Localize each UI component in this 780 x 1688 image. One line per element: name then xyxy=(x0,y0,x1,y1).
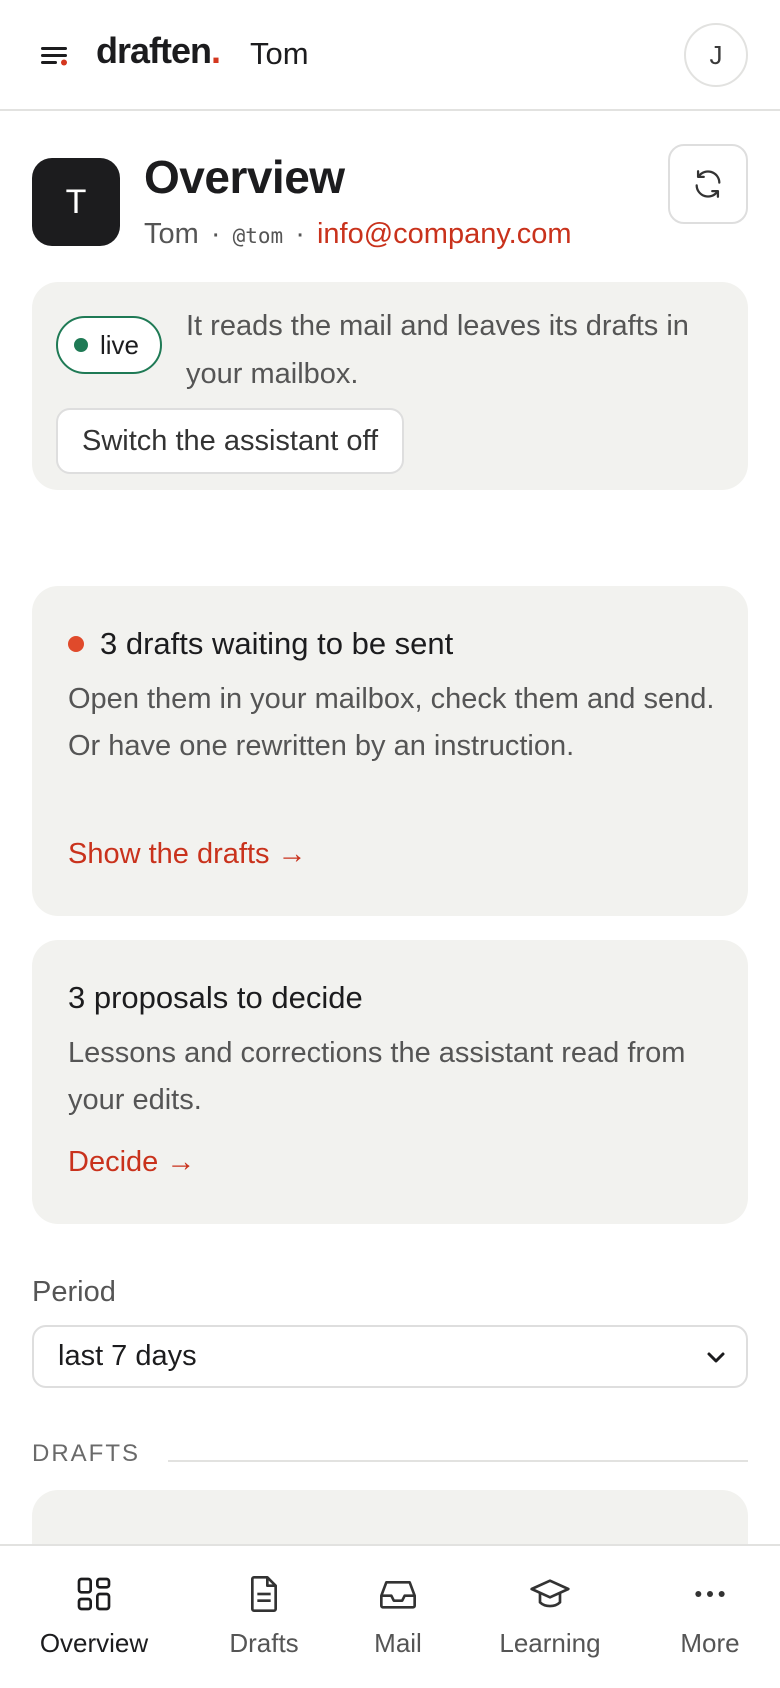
nav-drafts[interactable]: Drafts xyxy=(214,1546,314,1688)
refresh-button[interactable] xyxy=(668,144,748,224)
drafts-section-label: DRAFTS xyxy=(32,1440,140,1467)
period-label: Period xyxy=(32,1276,116,1308)
header-user-name: Tom xyxy=(250,36,309,71)
show-drafts-link[interactable]: Show the drafts → xyxy=(68,838,307,871)
period-selected-value: last 7 days xyxy=(58,1340,197,1372)
brand-logo[interactable]: draften. xyxy=(96,30,221,72)
proposals-card: 3 proposals to decide Lessons and correc… xyxy=(32,940,748,1224)
nav-drafts-label: Drafts xyxy=(229,1628,299,1658)
decide-link[interactable]: Decide → xyxy=(68,1146,195,1179)
account-avatar[interactable]: J xyxy=(684,23,748,87)
drafts-waiting-card: 3 drafts waiting to be sent Open them in… xyxy=(32,586,748,916)
chevron-down-icon xyxy=(707,1352,725,1363)
nav-learning-label: Learning xyxy=(499,1628,601,1658)
refresh-icon xyxy=(695,170,721,198)
menu-icon[interactable] xyxy=(38,43,72,69)
nav-overview-label: Overview xyxy=(39,1628,149,1658)
grid-icon xyxy=(77,1577,111,1611)
nav-more[interactable]: More xyxy=(670,1546,750,1688)
proposals-card-title: 3 proposals to decide xyxy=(68,980,363,1015)
live-indicator-icon xyxy=(74,338,88,352)
top-header: draften. Tom J xyxy=(0,0,780,111)
profile-avatar: T xyxy=(32,158,120,246)
assistant-description: It reads the mail and leaves its drafts … xyxy=(186,310,689,390)
proposals-card-body: Lessons and corrections the assistant re… xyxy=(68,1037,686,1116)
drafts-card-title: 3 drafts waiting to be sent xyxy=(100,626,454,661)
document-icon xyxy=(251,1576,277,1612)
switch-assistant-off-button[interactable]: Switch the assistant off xyxy=(56,408,405,474)
drafts-card-body: Open them in your mailbox, check them an… xyxy=(68,683,715,762)
brand-name: draften xyxy=(96,30,212,71)
more-dots-icon xyxy=(695,1591,725,1597)
profile-handle: @tom xyxy=(232,224,284,248)
drafts-card-heading: 3 drafts waiting to be sent xyxy=(68,626,453,662)
nav-mail[interactable]: Mail xyxy=(358,1546,438,1688)
live-badge: live xyxy=(56,316,162,374)
separator: · xyxy=(210,218,221,250)
section-divider xyxy=(168,1460,748,1462)
nav-learning[interactable]: Learning xyxy=(490,1546,610,1688)
profile-name: Tom xyxy=(144,218,199,250)
profile-email[interactable]: info@company.com xyxy=(317,218,572,250)
nav-overview[interactable]: Overview xyxy=(34,1546,154,1688)
nav-more-label: More xyxy=(680,1628,740,1658)
separator: · xyxy=(295,218,305,250)
inbox-icon xyxy=(380,1581,416,1609)
alert-dot-icon xyxy=(68,636,84,652)
profile-subtitle: Tom · @tom · info@company.com xyxy=(144,218,572,251)
nav-mail-label: Mail xyxy=(374,1628,422,1658)
page-title: Overview xyxy=(144,151,345,203)
brand-dot: . xyxy=(211,30,221,71)
period-select[interactable]: last 7 days xyxy=(32,1325,748,1388)
bottom-navigation: Overview Drafts Mail Learning More xyxy=(0,1544,780,1688)
graduation-cap-icon xyxy=(530,1579,570,1608)
assistant-status-card: live It reads the mail and leaves its dr… xyxy=(32,282,748,490)
live-badge-label: live xyxy=(100,329,140,360)
